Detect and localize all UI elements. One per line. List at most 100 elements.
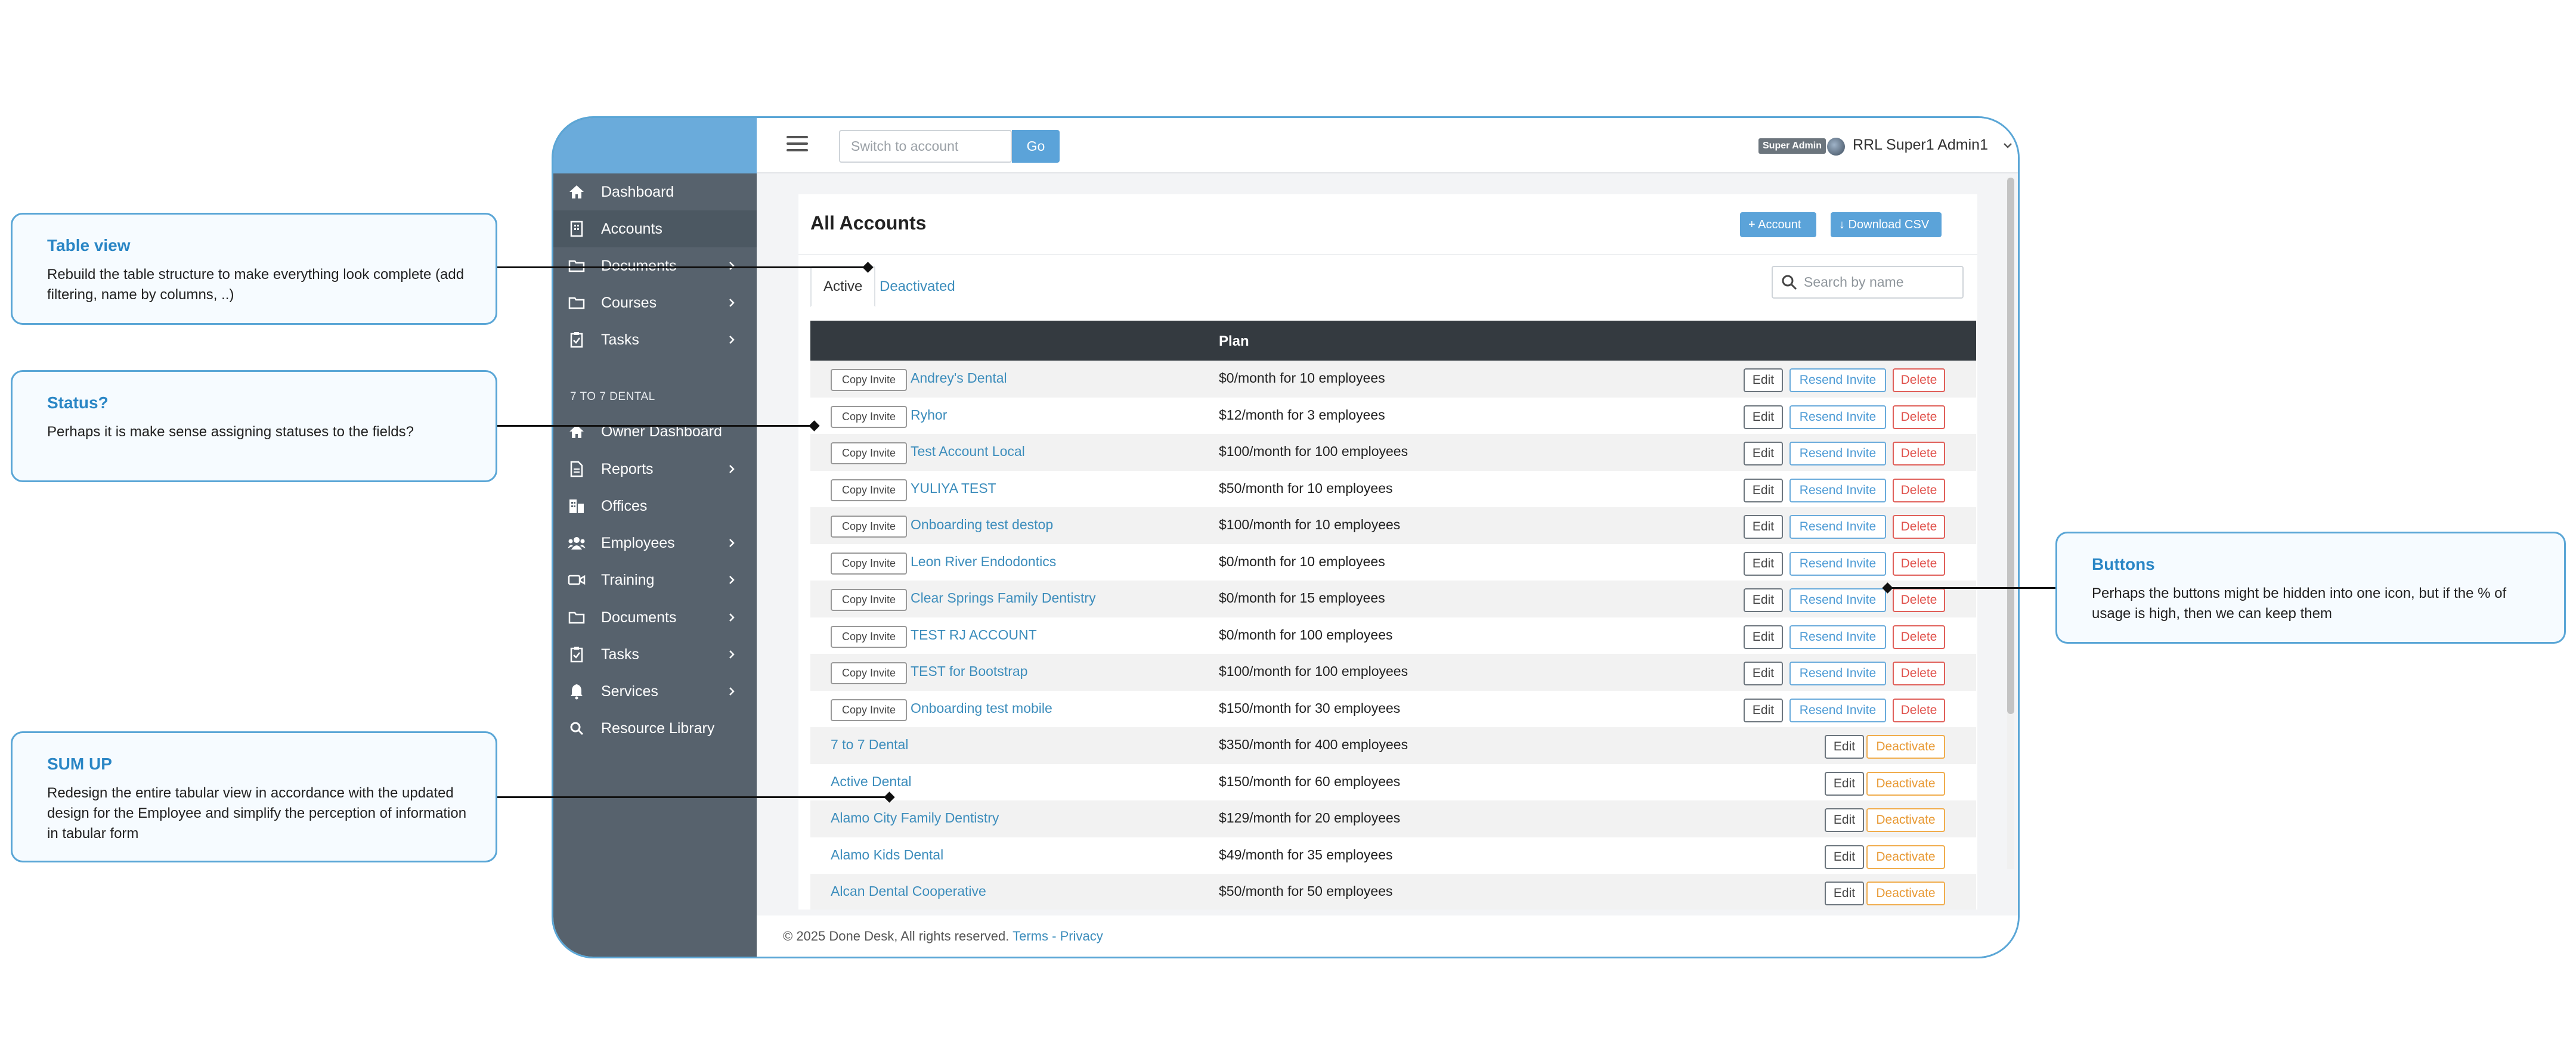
resend-invite-button[interactable]: Resend Invite: [1789, 662, 1886, 685]
sidebar-item-documents[interactable]: Documents: [553, 247, 757, 284]
delete-button[interactable]: Delete: [1893, 368, 1945, 392]
account-name-link[interactable]: YULIYA TEST: [911, 480, 996, 496]
edit-button[interactable]: Edit: [1744, 368, 1783, 392]
deactivate-button[interactable]: Deactivate: [1866, 735, 1945, 759]
edit-button[interactable]: Edit: [1744, 551, 1783, 576]
deactivate-button[interactable]: Deactivate: [1866, 845, 1945, 869]
sidebar-item-resource-library[interactable]: Resource Library: [553, 710, 757, 747]
resend-invite-button[interactable]: Resend Invite: [1789, 478, 1886, 502]
edit-button[interactable]: Edit: [1825, 882, 1864, 905]
copy-invite-button[interactable]: Copy Invite: [831, 662, 907, 684]
copy-invite-button[interactable]: Copy Invite: [831, 516, 907, 538]
sidebar-item-accounts[interactable]: Accounts: [553, 210, 757, 247]
annotation-status: Status? Perhaps it is make sense assigni…: [11, 370, 497, 482]
sidebar-item-employees[interactable]: Employees: [553, 524, 757, 561]
resend-invite-button[interactable]: Resend Invite: [1789, 625, 1886, 649]
sidebar-item-tasks[interactable]: Tasks: [553, 636, 757, 673]
account-name-link[interactable]: Alcan Dental Cooperative: [831, 883, 986, 899]
edit-button[interactable]: Edit: [1744, 662, 1783, 685]
search-field[interactable]: [1772, 266, 1964, 299]
sidebar-item-owner-dashboard[interactable]: Owner Dashboard: [553, 413, 757, 450]
account-name-link[interactable]: Alamo Kids Dental: [831, 847, 943, 863]
edit-button[interactable]: Edit: [1825, 771, 1864, 796]
copy-invite-button[interactable]: Copy Invite: [831, 625, 907, 648]
account-name-link[interactable]: TEST RJ ACCOUNT: [911, 627, 1037, 643]
delete-button[interactable]: Delete: [1893, 662, 1945, 685]
privacy-link[interactable]: Privacy: [1060, 929, 1103, 944]
delete-button[interactable]: Delete: [1893, 405, 1945, 429]
resend-invite-button[interactable]: Resend Invite: [1789, 442, 1886, 465]
terms-link[interactable]: Terms: [1013, 929, 1048, 944]
hamburger-menu-icon[interactable]: [787, 136, 808, 154]
delete-button[interactable]: Delete: [1893, 551, 1945, 576]
add-account-button[interactable]: + Account: [1740, 212, 1816, 237]
switch-account-input[interactable]: [839, 130, 1012, 163]
copy-invite-button[interactable]: Copy Invite: [831, 369, 907, 391]
account-name-link[interactable]: Active Dental: [831, 774, 912, 790]
tab-active[interactable]: Active: [810, 266, 876, 307]
resend-invite-button[interactable]: Resend Invite: [1789, 551, 1886, 576]
deactivate-button[interactable]: Deactivate: [1866, 882, 1945, 905]
sidebar-item-courses[interactable]: Courses: [553, 284, 757, 321]
edit-button[interactable]: Edit: [1825, 808, 1864, 832]
copy-invite-button[interactable]: Copy Invite: [831, 699, 907, 721]
delete-button[interactable]: Delete: [1893, 625, 1945, 649]
sidebar-item-training[interactable]: Training: [553, 561, 757, 598]
sidebar-item-reports[interactable]: Reports: [553, 451, 757, 488]
sidebar-item-documents[interactable]: Documents: [553, 599, 757, 636]
sidebar: Dashboard Accounts Documents Courses Tasks Ow…: [553, 118, 757, 957]
edit-button[interactable]: Edit: [1744, 442, 1783, 465]
edit-button[interactable]: Edit: [1744, 405, 1783, 429]
account-name-link[interactable]: Clear Springs Family Dentistry: [911, 590, 1096, 606]
chevron-right-icon: [724, 332, 739, 347]
user-name[interactable]: RRL Super1 Admin1: [1853, 136, 1988, 154]
delete-button[interactable]: Delete: [1893, 478, 1945, 502]
resend-invite-button[interactable]: Resend Invite: [1789, 698, 1886, 722]
copy-invite-button[interactable]: Copy Invite: [831, 589, 907, 611]
sidebar-item-services[interactable]: Services: [553, 673, 757, 710]
edit-button[interactable]: Edit: [1825, 735, 1864, 759]
deactivate-button[interactable]: Deactivate: [1866, 771, 1945, 796]
account-name-link[interactable]: Alamo City Family Dentistry: [831, 810, 999, 826]
delete-button[interactable]: Delete: [1893, 515, 1945, 539]
delete-button[interactable]: Delete: [1893, 588, 1945, 612]
delete-button[interactable]: Delete: [1893, 442, 1945, 465]
account-name-link[interactable]: TEST for Bootstrap: [911, 663, 1027, 679]
resend-invite-button[interactable]: Resend Invite: [1789, 515, 1886, 539]
account-name-link[interactable]: Test Account Local: [911, 443, 1025, 460]
table-header: Plan: [810, 321, 1976, 361]
copy-invite-button[interactable]: Copy Invite: [831, 479, 907, 501]
deactivate-button[interactable]: Deactivate: [1866, 808, 1945, 832]
delete-button[interactable]: Delete: [1893, 698, 1945, 722]
footer-text: © 2025 Done Desk, All rights reserved. T…: [783, 929, 1103, 944]
copy-invite-button[interactable]: Copy Invite: [831, 442, 907, 464]
edit-button[interactable]: Edit: [1744, 698, 1783, 722]
scrollbar-thumb[interactable]: [2007, 178, 2014, 714]
account-name-link[interactable]: Ryhor: [911, 407, 947, 423]
edit-button[interactable]: Edit: [1744, 625, 1783, 649]
copy-invite-button[interactable]: Copy Invite: [831, 552, 907, 575]
search-input[interactable]: [1803, 267, 1958, 297]
go-button[interactable]: Go: [1012, 130, 1060, 163]
copy-invite-button[interactable]: Copy Invite: [831, 405, 907, 428]
chevron-down-icon[interactable]: [2002, 139, 2014, 151]
edit-button[interactable]: Edit: [1744, 588, 1783, 612]
account-name-link[interactable]: Andrey's Dental: [911, 370, 1007, 386]
edit-button[interactable]: Edit: [1825, 845, 1864, 869]
account-name-link[interactable]: Onboarding test destop: [911, 517, 1053, 533]
sidebar-item-dashboard[interactable]: Dashboard: [553, 173, 757, 210]
sidebar-item-offices[interactable]: Offices: [553, 488, 757, 524]
avatar[interactable]: [1827, 138, 1845, 156]
resend-invite-button[interactable]: Resend Invite: [1789, 405, 1886, 429]
account-name-link[interactable]: Onboarding test mobile: [911, 700, 1052, 716]
edit-button[interactable]: Edit: [1744, 515, 1783, 539]
resend-invite-button[interactable]: Resend Invite: [1789, 588, 1886, 612]
download-csv-button[interactable]: ↓ Download CSV: [1831, 212, 1942, 237]
account-name-link[interactable]: 7 to 7 Dental: [831, 737, 908, 753]
account-name-link[interactable]: Leon River Endodontics: [911, 554, 1056, 570]
edit-button[interactable]: Edit: [1744, 478, 1783, 502]
resend-invite-button[interactable]: Resend Invite: [1789, 368, 1886, 392]
tab-deactivated[interactable]: Deactivated: [868, 266, 967, 307]
sidebar-item-tasks[interactable]: Tasks: [553, 321, 757, 358]
table-row: Alcan Dental Cooperative $50/month for 50…: [810, 874, 1976, 910]
